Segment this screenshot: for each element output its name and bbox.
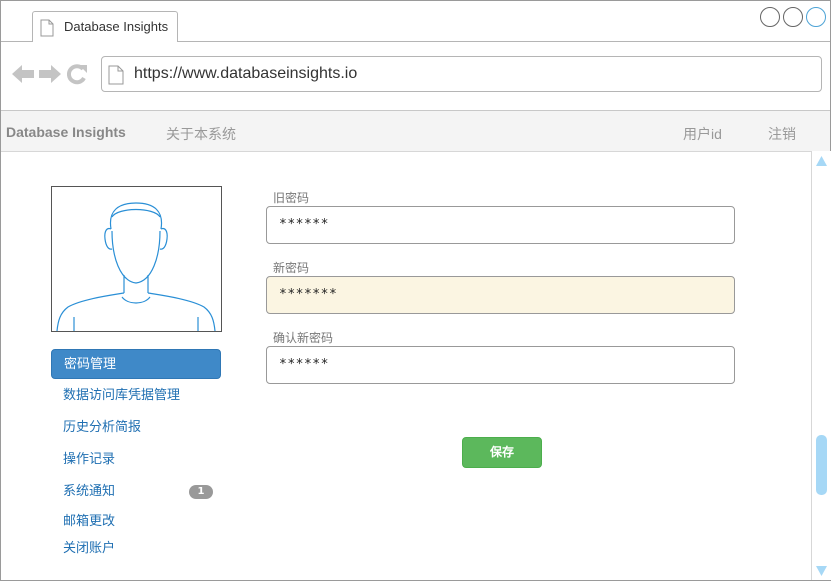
nav-about-link[interactable]: 关于本系统 bbox=[166, 124, 236, 144]
old-password-label: 旧密码 bbox=[273, 191, 310, 205]
sidebar-item-notifications[interactable]: 系统通知 1 bbox=[51, 477, 221, 507]
url-text: https://www.databaseinsights.io bbox=[134, 65, 358, 82]
vertical-scrollbar[interactable] bbox=[811, 151, 831, 580]
new-password-label: 新密码 bbox=[273, 261, 310, 275]
back-arrow-icon[interactable] bbox=[11, 63, 35, 89]
close-button[interactable] bbox=[806, 7, 826, 27]
browser-window: Database Insights https://www.databasein… bbox=[0, 0, 831, 581]
avatar bbox=[51, 186, 222, 332]
sidebar-item-label: 数据访问库凭据管理 bbox=[63, 388, 181, 403]
new-password-field[interactable]: ******* bbox=[266, 276, 735, 314]
sidebar-menu: 密码管理 数据访问库凭据管理 历史分析简报 操作记录 系统通知 1 邮箱更改 关… bbox=[51, 349, 221, 564]
nav-buttons bbox=[11, 63, 89, 89]
scroll-down-arrow-icon[interactable] bbox=[815, 562, 828, 581]
sidebar-item-label: 关闭账户 bbox=[63, 541, 116, 556]
scrollbar-thumb[interactable] bbox=[816, 435, 827, 495]
sidebar-item-label: 密码管理 bbox=[64, 357, 117, 372]
nav-user-id-link[interactable]: 用户id bbox=[683, 124, 722, 144]
maximize-button[interactable] bbox=[783, 7, 803, 27]
old-password-field[interactable]: ****** bbox=[266, 206, 735, 244]
document-icon bbox=[40, 19, 54, 41]
brand-link[interactable]: Database Insights bbox=[6, 124, 126, 140]
sidebar-item-close-account[interactable]: 关闭账户 bbox=[51, 534, 221, 564]
page-icon bbox=[108, 65, 124, 89]
tab-bar: Database Insights bbox=[1, 1, 830, 42]
sidebar-item-label: 邮箱更改 bbox=[63, 514, 116, 529]
sidebar-item-label: 系统通知 bbox=[63, 484, 116, 499]
confirm-password-field[interactable]: ****** bbox=[266, 346, 735, 384]
scroll-up-arrow-icon[interactable] bbox=[815, 153, 828, 172]
forward-arrow-icon[interactable] bbox=[38, 63, 62, 89]
notification-count-badge: 1 bbox=[189, 485, 213, 499]
sidebar-item-db-credentials[interactable]: 数据访问库凭据管理 bbox=[51, 381, 221, 411]
tab-title: Database Insights bbox=[64, 19, 169, 34]
sidebar-item-label: 操作记录 bbox=[63, 452, 116, 467]
sidebar-item-password[interactable]: 密码管理 bbox=[51, 349, 221, 379]
nav-logout-link[interactable]: 注销 bbox=[768, 124, 796, 144]
confirm-password-label: 确认新密码 bbox=[273, 331, 334, 345]
minimize-button[interactable] bbox=[760, 7, 780, 27]
app-navbar: Database Insights 关于本系统 用户id 注销 bbox=[1, 111, 830, 152]
address-bar[interactable]: https://www.databaseinsights.io bbox=[101, 56, 822, 92]
save-button[interactable]: 保存 bbox=[462, 437, 542, 468]
sidebar-item-history-reports[interactable]: 历史分析简报 bbox=[51, 413, 221, 443]
sidebar-item-operation-log[interactable]: 操作记录 bbox=[51, 445, 221, 475]
browser-tab[interactable]: Database Insights bbox=[32, 11, 178, 42]
refresh-icon[interactable] bbox=[65, 63, 89, 89]
window-controls bbox=[760, 7, 826, 27]
sidebar-item-label: 历史分析简报 bbox=[63, 420, 142, 435]
sidebar-item-change-email[interactable]: 邮箱更改 bbox=[51, 507, 221, 537]
address-row: https://www.databaseinsights.io bbox=[1, 42, 830, 111]
user-silhouette-icon bbox=[56, 202, 216, 331]
